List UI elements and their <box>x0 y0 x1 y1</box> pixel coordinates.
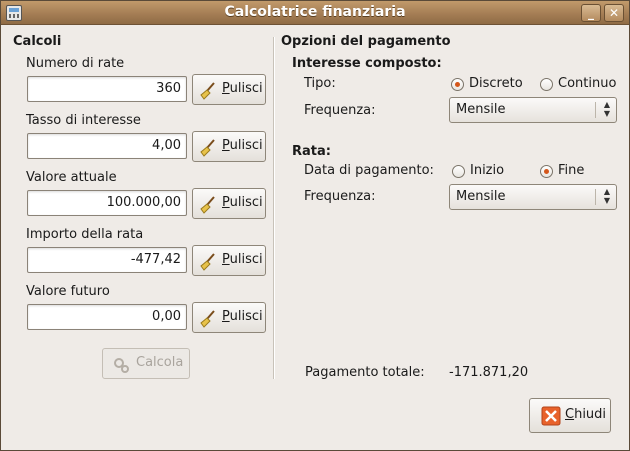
continuo-label[interactable]: Continuo <box>558 76 616 91</box>
discreto-radio[interactable] <box>451 78 464 91</box>
broom-icon <box>200 253 215 271</box>
pulisci-label: Pulisci <box>222 138 263 153</box>
pulisci-label: Pulisci <box>222 81 263 96</box>
chiudi-label: Chiudi <box>565 407 607 422</box>
pulisci-tasso-button[interactable]: Pulisci <box>192 131 266 162</box>
frequenza-interesse-label: Frequenza: <box>304 103 376 118</box>
frequenza-rata-label: Frequenza: <box>304 189 376 204</box>
pulisci-importo-rata-button[interactable]: Pulisci <box>192 245 266 276</box>
valore-attuale-input[interactable]: 100.000,00 <box>27 190 187 216</box>
numero-rate-input[interactable]: 360 <box>27 76 187 102</box>
tipo-label: Tipo: <box>304 76 336 91</box>
financial-calculator-window: Calcolatrice finanziaria _ ✕ Calcoli Num… <box>0 0 630 451</box>
pulisci-label: Pulisci <box>222 309 263 324</box>
calcola-button[interactable]: Calcola <box>102 348 190 379</box>
pagamento-totale-label: Pagamento totale: <box>305 365 425 380</box>
updown-arrows-icon: ▲ ▼ <box>603 100 610 118</box>
valore-attuale-label: Valore attuale <box>26 170 117 185</box>
discreto-label[interactable]: Discreto <box>469 76 523 91</box>
pagamento-totale-value: -171.871,20 <box>449 365 529 380</box>
valore-futuro-label: Valore futuro <box>26 284 110 299</box>
title-bar[interactable]: Calcolatrice finanziaria _ ✕ <box>1 1 629 25</box>
calcola-label: Calcola <box>136 355 184 370</box>
close-window-button[interactable]: ✕ <box>604 4 624 22</box>
updown-arrows-icon: ▲ ▼ <box>603 187 610 205</box>
inizio-label[interactable]: Inizio <box>470 163 504 178</box>
pulisci-label: Pulisci <box>222 195 263 210</box>
calcoli-section-title: Calcoli <box>13 34 62 49</box>
close-icon <box>541 406 561 426</box>
fine-radio[interactable] <box>540 165 553 178</box>
tasso-interesse-input[interactable]: 4,00 <box>27 133 187 159</box>
pulisci-numero-rate-button[interactable]: Pulisci <box>192 74 266 105</box>
fine-label[interactable]: Fine <box>558 163 584 178</box>
broom-icon <box>200 139 215 157</box>
frequenza-interesse-select[interactable]: Mensile ▲ ▼ <box>449 97 617 123</box>
chiudi-button[interactable]: Chiudi <box>529 398 611 433</box>
continuo-radio[interactable] <box>540 78 553 91</box>
tasso-interesse-label: Tasso di interesse <box>26 113 141 128</box>
valore-futuro-input[interactable]: 0,00 <box>27 304 187 330</box>
frequenza-interesse-value: Mensile <box>456 102 506 117</box>
numero-rate-label: Numero di rate <box>26 56 125 71</box>
broom-icon <box>200 196 215 214</box>
minimize-button[interactable]: _ <box>581 4 601 22</box>
combo-separator <box>595 189 596 205</box>
vertical-separator <box>273 37 275 379</box>
combo-separator <box>595 102 596 118</box>
pulisci-valore-futuro-button[interactable]: Pulisci <box>192 302 266 333</box>
pulisci-valore-attuale-button[interactable]: Pulisci <box>192 188 266 219</box>
pulisci-label: Pulisci <box>222 252 263 267</box>
window-title: Calcolatrice finanziaria <box>224 4 406 20</box>
importo-rata-input[interactable]: -477,42 <box>27 247 187 273</box>
inizio-radio[interactable] <box>452 165 465 178</box>
gears-icon <box>114 358 129 373</box>
opzioni-section-title: Opzioni del pagamento <box>281 34 451 49</box>
rata-title: Rata: <box>292 144 331 159</box>
broom-icon <box>200 82 215 100</box>
interesse-composto-title: Interesse composto: <box>292 56 442 71</box>
frequenza-rata-value: Mensile <box>456 189 506 204</box>
frequenza-rata-select[interactable]: Mensile ▲ ▼ <box>449 184 617 210</box>
importo-rata-label: Importo della rata <box>26 227 144 242</box>
data-pagamento-label: Data di pagamento: <box>304 163 434 178</box>
broom-icon <box>200 310 215 328</box>
